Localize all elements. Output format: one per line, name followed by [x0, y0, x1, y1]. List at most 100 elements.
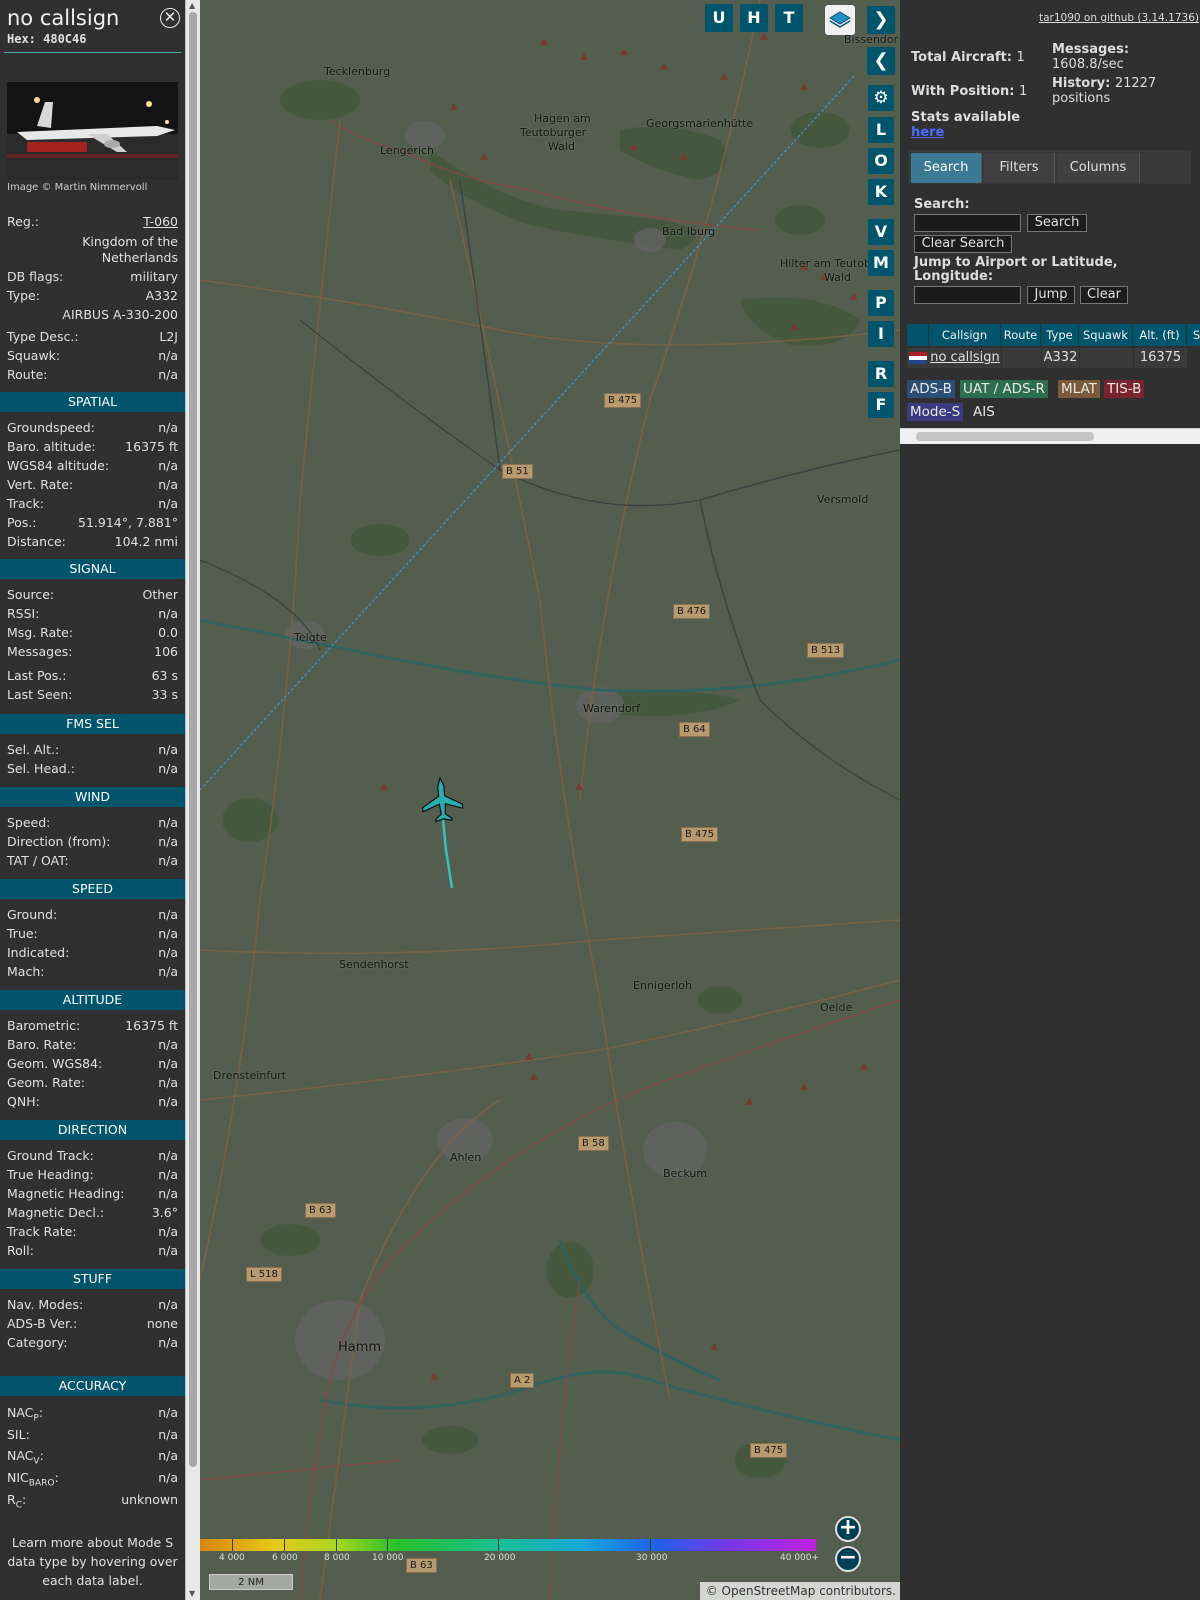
scrollbar-thumb[interactable]: [916, 432, 1094, 441]
stats-available: Stats available: [911, 110, 1021, 125]
field-value: n/a: [158, 1037, 178, 1052]
field-row: Baro. altitude: 16375 ft: [7, 439, 178, 458]
row-callsign[interactable]: no callsign: [929, 348, 1001, 368]
color-legend-label: 4 000: [219, 1553, 245, 1563]
settings-gear-icon[interactable]: ⚙: [868, 85, 894, 111]
stats-here-link[interactable]: here: [911, 125, 944, 140]
field-squawk: Squawk: n/a: [7, 348, 178, 367]
legend-adsb: ADS-B: [907, 380, 955, 398]
field-row: Track: n/a: [7, 496, 178, 515]
map-button-u[interactable]: U: [705, 4, 733, 32]
map-button-f[interactable]: F: [868, 392, 894, 418]
field-value: n/a: [158, 367, 178, 382]
info-panel-scrollbar[interactable]: ▲ ▼: [185, 0, 200, 1600]
field-type: Type: A332: [7, 288, 178, 307]
road-shield: A 2: [510, 1373, 535, 1388]
field-row: True Heading: n/a: [7, 1167, 178, 1186]
field-value: A332: [145, 288, 178, 303]
map-button-o[interactable]: O: [868, 148, 894, 174]
layers-icon[interactable]: [825, 5, 855, 35]
col-header-callsign[interactable]: Callsign: [929, 324, 1001, 346]
field-label: TAT / OAT:: [7, 853, 69, 868]
col-header-route[interactable]: Route: [1001, 324, 1041, 346]
tab-search[interactable]: Search: [911, 153, 982, 183]
legend-uat: UAT / ADS-R: [960, 380, 1048, 398]
col-header-flag[interactable]: [907, 324, 929, 346]
map-button-l[interactable]: L: [868, 117, 894, 143]
field-label: Source:: [7, 587, 55, 602]
search-button[interactable]: Search: [1027, 214, 1087, 232]
field-value: 16375 ft: [125, 439, 178, 454]
col-header-squawk[interactable]: Squawk: [1079, 324, 1133, 346]
col-header-type[interactable]: Type: [1041, 324, 1079, 346]
field-value: 104.2 nmi: [114, 534, 178, 549]
field-row: Barometric: 16375 ft: [7, 1018, 178, 1037]
map-button-i[interactable]: I: [868, 321, 894, 347]
field-label: Squawk:: [7, 348, 61, 363]
town-label: Hilter am Teutob: [780, 257, 872, 270]
search-input[interactable]: [914, 214, 1021, 232]
clear-search-button[interactable]: Clear Search: [914, 235, 1012, 253]
collapse-left-icon[interactable]: ❮: [867, 47, 895, 75]
field-row: Indicated: n/a: [7, 945, 178, 964]
jump-input[interactable]: [914, 286, 1021, 304]
tab-columns[interactable]: Columns: [1057, 153, 1140, 183]
field-label: NICBARO:: [7, 1470, 59, 1489]
map-view[interactable]: Tecklenburg Hagen am Teutoburger Wald Ge…: [200, 0, 900, 1600]
search-label: Search:: [914, 197, 970, 212]
legend-ais: AIS: [973, 404, 995, 420]
country-line1: Kingdom of the: [82, 234, 178, 249]
field-label: Roll:: [7, 1243, 34, 1258]
expand-right-icon[interactable]: ❯: [867, 6, 895, 34]
road-shield: B 64: [679, 722, 710, 737]
aircraft-table: Callsign Route Type Squawk Alt. (ft) S n…: [907, 324, 1200, 372]
map-button-v[interactable]: V: [868, 219, 894, 245]
field-value: n/a: [158, 964, 178, 979]
close-icon[interactable]: ✕: [160, 8, 180, 28]
scroll-up-icon[interactable]: ▲: [189, 1, 195, 10]
scroll-down-icon[interactable]: ▼: [189, 1589, 195, 1598]
map-button-m[interactable]: M: [868, 250, 894, 276]
field-label: Sel. Alt.:: [7, 742, 60, 757]
tab-filters[interactable]: Filters: [984, 153, 1055, 183]
osm-link[interactable]: OpenStreetMap: [722, 1584, 816, 1598]
aircraft-photo[interactable]: [7, 82, 178, 180]
field-row: Sel. Alt.: n/a: [7, 742, 178, 761]
zoom-out-icon[interactable]: −: [835, 1546, 861, 1572]
town-label: Ennigerloh: [633, 979, 692, 992]
town-label: Ahlen: [450, 1151, 482, 1164]
field-value: none: [146, 1316, 178, 1331]
field-value: n/a: [158, 1094, 178, 1109]
field-row: True: n/a: [7, 926, 178, 945]
field-label: NACV:: [7, 1448, 44, 1467]
label-subscript: BARO: [28, 1478, 55, 1489]
zoom-in-icon[interactable]: +: [835, 1516, 861, 1542]
label-subscript: V: [33, 1456, 40, 1467]
field-label: Sel. Head.:: [7, 761, 75, 776]
field-row: Ground: n/a: [7, 907, 178, 926]
map-button-h[interactable]: H: [740, 4, 768, 32]
map-button-k[interactable]: K: [868, 179, 894, 205]
map-button-r[interactable]: R: [868, 361, 894, 387]
stat-value: 21227: [1114, 76, 1157, 91]
field-reg: Reg.: T-060: [7, 214, 178, 233]
field-value: n/a: [158, 834, 178, 849]
registration-link[interactable]: T-060: [143, 214, 178, 229]
altitude-color-legend: [200, 1539, 816, 1551]
scrollbar-thumb[interactable]: [189, 12, 197, 1467]
clear-button[interactable]: Clear: [1080, 286, 1128, 304]
field-value: 51.914°, 7.881°: [78, 515, 178, 530]
field-value: military: [130, 269, 178, 284]
map-button-p[interactable]: P: [868, 290, 894, 316]
field-value: n/a: [158, 907, 178, 922]
jump-button[interactable]: Jump: [1027, 286, 1075, 304]
col-header-altitude[interactable]: Alt. (ft): [1133, 324, 1187, 346]
field-label: Msg. Rate:: [7, 625, 74, 640]
table-horizontal-scrollbar[interactable]: [900, 428, 1200, 444]
col-header-speed[interactable]: S: [1187, 324, 1200, 346]
field-label: Track Rate:: [7, 1224, 77, 1239]
field-label: Type:: [7, 288, 40, 303]
github-link[interactable]: tar1090 on github (3.14.1736): [1039, 12, 1199, 24]
field-value: n/a: [158, 348, 178, 363]
map-button-t[interactable]: T: [775, 4, 803, 32]
